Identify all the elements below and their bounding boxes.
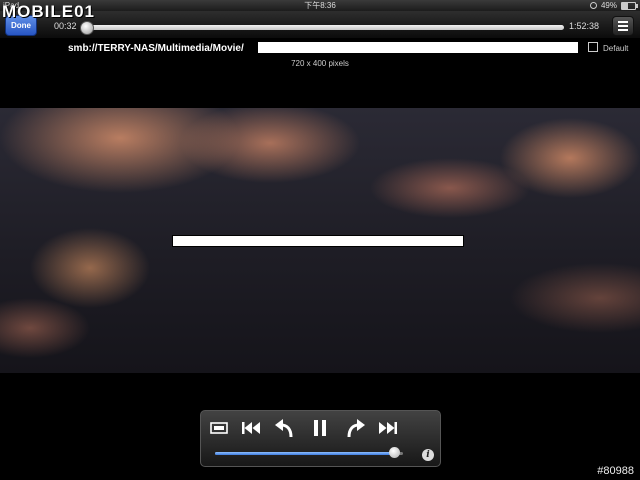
status-right: 49% bbox=[589, 0, 638, 11]
volume-thumb[interactable] bbox=[388, 447, 400, 458]
status-bar: iPad 下午8:36 49% bbox=[0, 0, 640, 11]
top-control-bar: Done 00:32 1:52:38 bbox=[0, 11, 640, 39]
playback-controls: i bbox=[200, 410, 441, 467]
menu-icon bbox=[618, 21, 628, 23]
media-path: smb://TERRY-NAS/Multimedia/Movie/ bbox=[68, 43, 244, 54]
skip-back-icon bbox=[242, 422, 260, 434]
battery-percent: 49% bbox=[600, 1, 617, 10]
status-clock: 下午8:36 bbox=[304, 1, 336, 10]
time-total: 1:52:38 bbox=[569, 21, 600, 31]
pause-icon bbox=[314, 420, 326, 436]
path-field bbox=[258, 42, 578, 53]
battery-icon bbox=[621, 1, 638, 10]
pause-button[interactable] bbox=[308, 417, 332, 439]
aspect-ratio-icon bbox=[210, 422, 228, 434]
rewind-icon bbox=[275, 419, 293, 438]
aspect-ratio-icon[interactable] bbox=[588, 42, 598, 52]
watermark-text: MOBILE01 bbox=[2, 2, 96, 21]
time-elapsed: 00:32 bbox=[54, 21, 77, 31]
aspect-toggle-button[interactable] bbox=[207, 417, 231, 439]
menu-button[interactable] bbox=[612, 16, 634, 36]
rewind-button[interactable] bbox=[273, 417, 297, 439]
forward-button[interactable] bbox=[343, 417, 367, 439]
volume-slider[interactable] bbox=[215, 447, 403, 458]
info-icon[interactable]: i bbox=[422, 449, 434, 461]
watermark: MOBILE01 bbox=[2, 2, 95, 22]
volume-fill bbox=[215, 452, 394, 455]
skip-back-button[interactable] bbox=[239, 417, 263, 439]
seek-thumb[interactable] bbox=[80, 21, 95, 35]
seek-bar[interactable] bbox=[80, 21, 564, 35]
aspect-label[interactable]: Default bbox=[603, 44, 628, 53]
skip-forward-button[interactable] bbox=[376, 417, 400, 439]
battery-fill bbox=[622, 2, 629, 9]
forward-icon bbox=[347, 419, 365, 438]
lock-rotation-icon bbox=[589, 2, 597, 9]
subtitle-bar bbox=[172, 235, 464, 247]
resolution-label: 720 x 400 pixels bbox=[291, 59, 349, 68]
video-frame[interactable] bbox=[0, 108, 640, 373]
skip-forward-icon bbox=[379, 422, 397, 434]
image-id: #80988 bbox=[597, 465, 634, 477]
